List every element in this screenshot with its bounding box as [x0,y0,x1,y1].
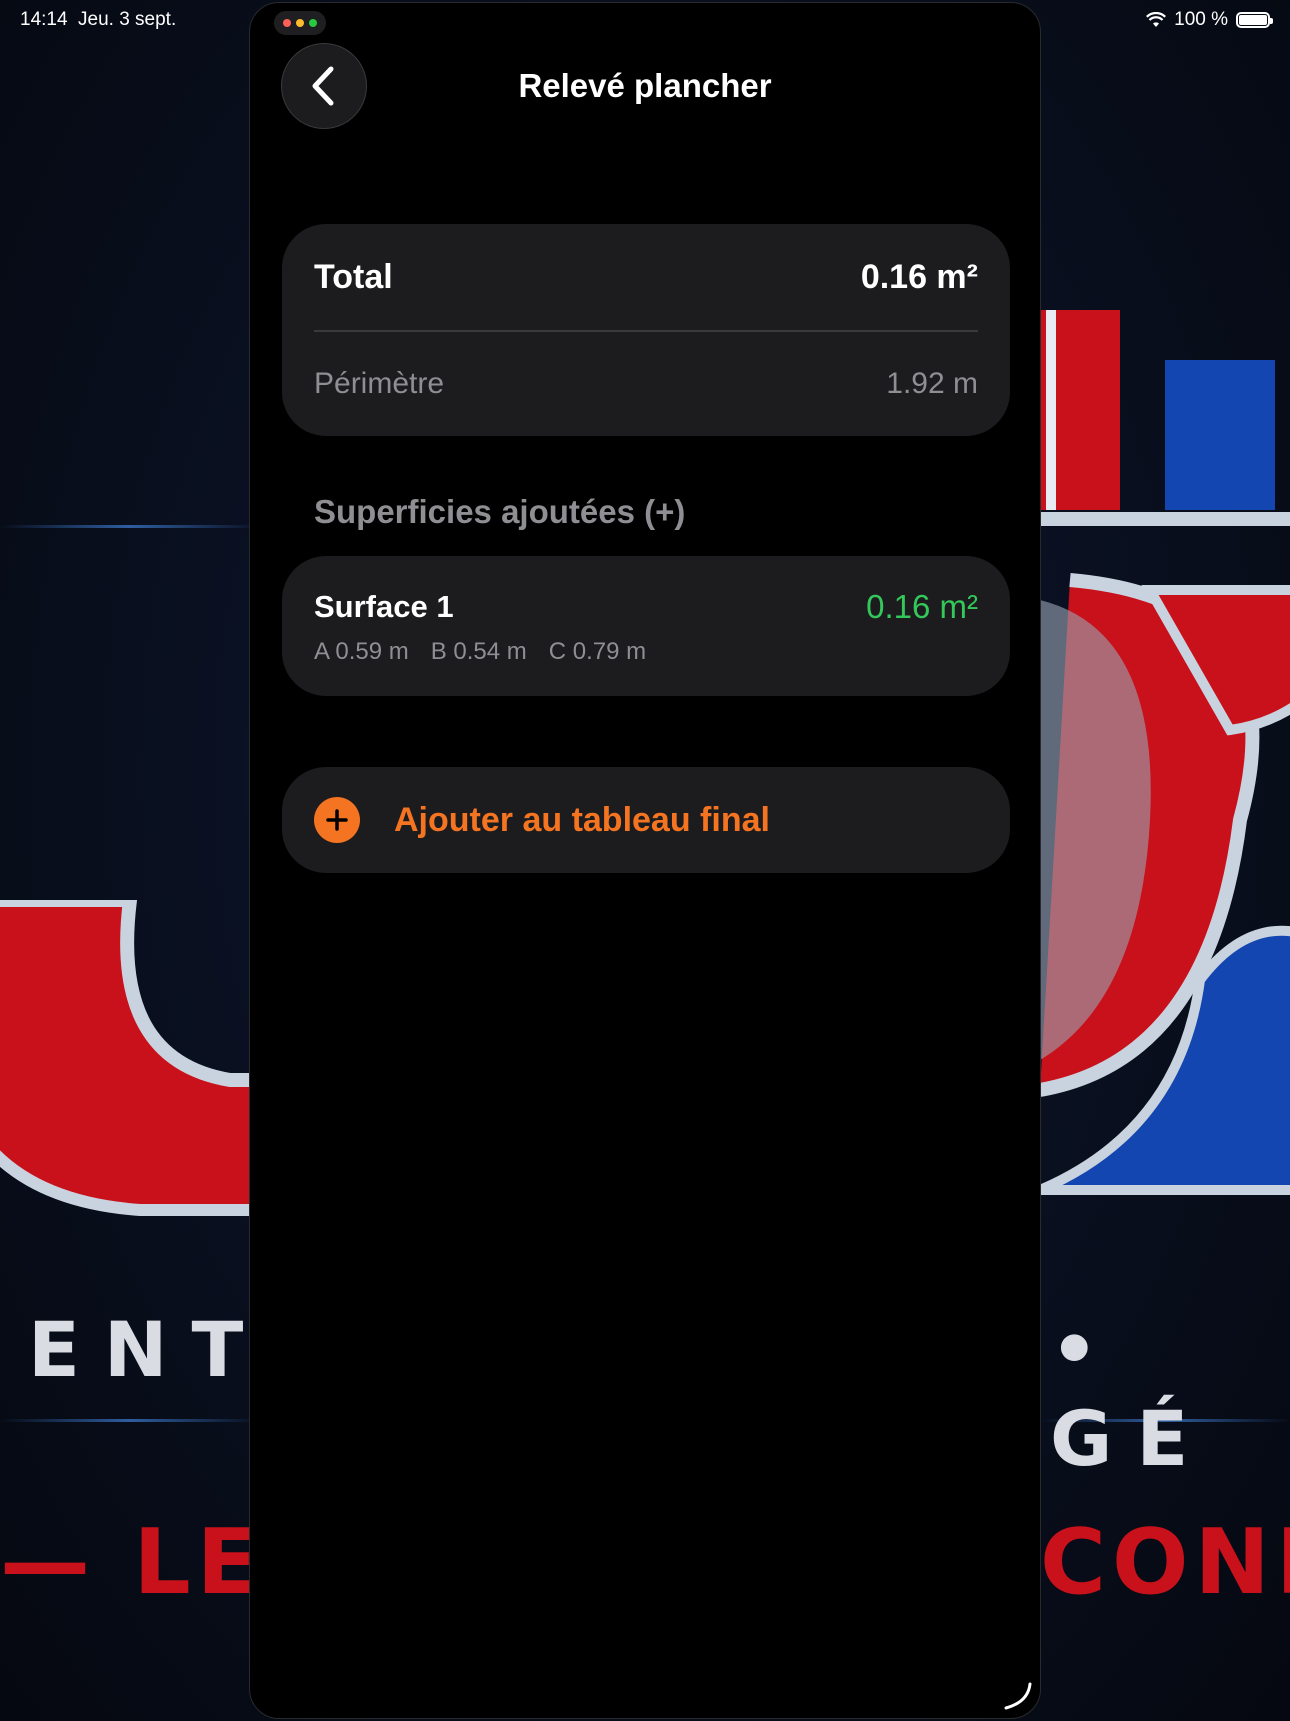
wallpaper-line [0,525,260,528]
wallpaper-text: • GÉ [1050,1305,1213,1483]
perimeter-label: Périmètre [314,367,445,400]
dimension-a: A 0.59 m [314,638,409,665]
close-dot-icon[interactable] [283,19,291,27]
dimension-c: C 0.79 m [548,638,647,665]
status-time: 14:14 [20,9,68,30]
status-date: Jeu. 3 sept. [78,9,177,30]
perimeter-row: Périmètre 1.92 m [314,332,978,436]
surface-name: Surface 1 [314,589,454,624]
perimeter-value: 1.92 m [886,367,978,400]
zoom-dot-icon[interactable] [309,19,317,27]
battery-percent: 100 % [1174,9,1228,30]
total-value: 0.16 m² [860,257,978,296]
surface-value: 0.16 m² [866,588,978,625]
minimize-dot-icon[interactable] [296,19,304,27]
add-to-final-table-button[interactable]: Ajouter au tableau final [282,767,1010,873]
summary-card: Total 0.16 m² Périmètre 1.92 m [282,224,1010,436]
resize-handle-icon[interactable] [1000,1678,1034,1712]
total-row: Total 0.16 m² [314,224,978,332]
wallpaper-logo-right [1040,310,1290,1195]
page-title: Relevé plancher [518,67,772,104]
surface-dimensions: A 0.59 m B 0.54 m C 0.79 m [314,638,978,666]
app-window: Relevé plancher Total 0.16 m² Périmètre … [249,2,1041,1719]
section-title: Superficies ajoutées (+) [314,493,686,530]
wallpaper-text: ENT [28,1305,268,1394]
total-label: Total [314,257,393,296]
plus-circle-icon [314,797,360,843]
wallpaper-logo-left [0,900,260,1216]
battery-icon [1236,12,1273,28]
add-to-final-table-label: Ajouter au tableau final [394,800,770,839]
status-indicators: 100 % [1146,9,1273,31]
window-controls[interactable] [274,11,326,35]
wallpaper-text: — LE [0,1510,265,1615]
list-item[interactable]: Surface 1 0.16 m² A 0.59 m B 0.54 m C 0.… [282,556,1010,696]
dimension-b: B 0.54 m [430,638,527,665]
wifi-icon [1146,12,1167,27]
wallpaper-text: CONF [1040,1510,1290,1615]
wallpaper-line [0,1419,260,1422]
